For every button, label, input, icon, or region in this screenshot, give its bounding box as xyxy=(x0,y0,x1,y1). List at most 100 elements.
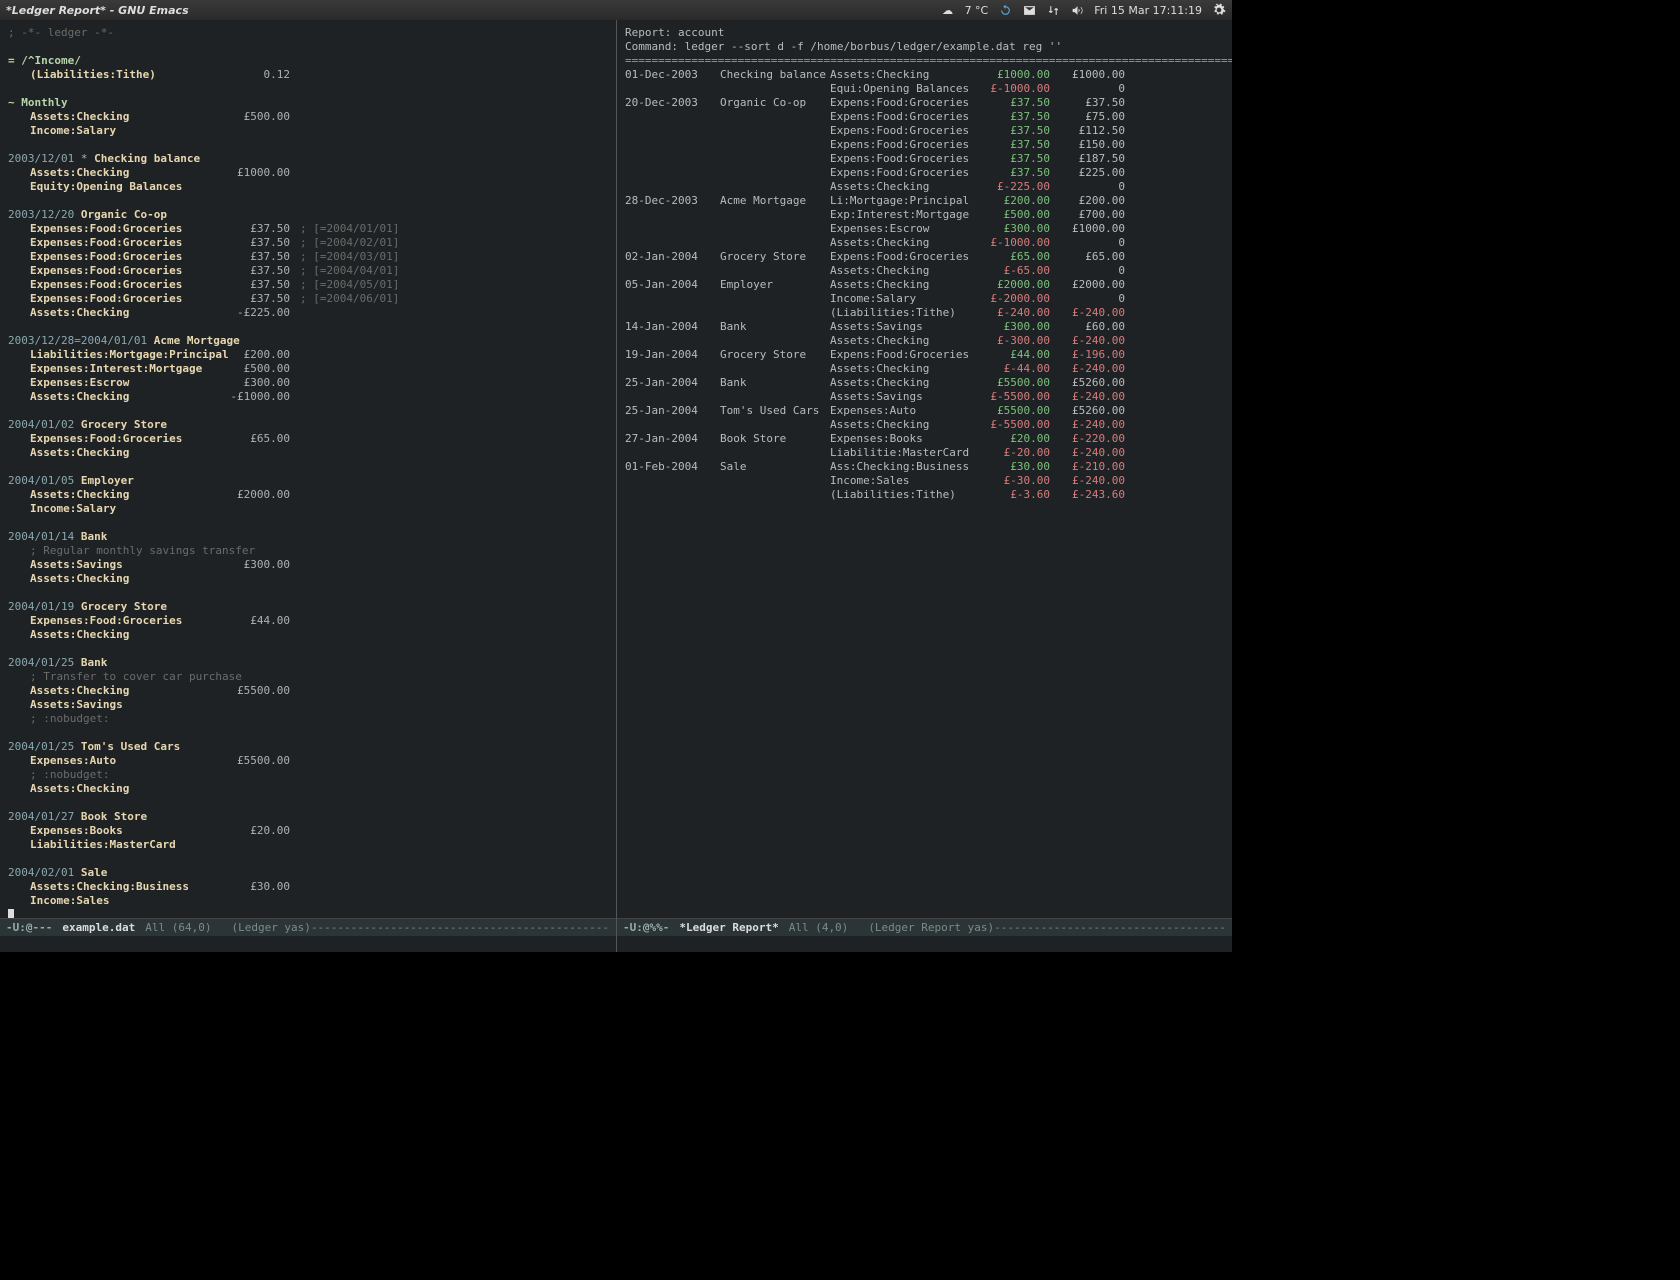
tx-header: 2004/01/19 Grocery Store xyxy=(8,600,608,614)
posting: Expenses:Escrow£300.00 xyxy=(8,376,608,390)
right-pane: Report: accountCommand: ledger --sort d … xyxy=(616,20,1232,952)
weather-temp: 7 °C xyxy=(965,4,989,17)
modeline-flags: -U:@%%- xyxy=(623,921,669,934)
report-row: Expens:Food:Groceries£37.50£112.50 xyxy=(625,124,1224,138)
posting: Expenses:Food:Groceries£37.50; [=2004/03… xyxy=(8,250,608,264)
report-row: 25-Jan-2004BankAssets:Checking£5500.00£5… xyxy=(625,376,1224,390)
report-row: 28-Dec-2003Acme MortgageLi:Mortgage:Prin… xyxy=(625,194,1224,208)
posting: Expenses:Food:Groceries£37.50; [=2004/06… xyxy=(8,292,608,306)
file-comment: ; -*- ledger -*- xyxy=(8,26,608,40)
posting: Expenses:Food:Groceries£37.50; [=2004/04… xyxy=(8,264,608,278)
posting: Income:Sales xyxy=(8,894,608,908)
report-row: 05-Jan-2004EmployerAssets:Checking£2000.… xyxy=(625,278,1224,292)
window-title: *Ledger Report* - GNU Emacs xyxy=(6,4,189,17)
tx-header: 2004/01/02 Grocery Store xyxy=(8,418,608,432)
report-row: Exp:Interest:Mortgage£500.00£700.00 xyxy=(625,208,1224,222)
periodic-tx: ~ Monthly xyxy=(8,96,68,109)
report-row: 25-Jan-2004Tom's Used CarsExpenses:Auto£… xyxy=(625,404,1224,418)
posting: Assets:Checking-£1000.00 xyxy=(8,390,608,404)
posting: Expenses:Food:Groceries£37.50; [=2004/01… xyxy=(8,222,608,236)
report-row: Expens:Food:Groceries£37.50£187.50 xyxy=(625,152,1224,166)
posting: Expenses:Food:Groceries£37.50; [=2004/05… xyxy=(8,278,608,292)
mail-icon[interactable] xyxy=(1022,3,1036,17)
report-row: Expens:Food:Groceries£37.50£150.00 xyxy=(625,138,1224,152)
tx-header: 2004/01/05 Employer xyxy=(8,474,608,488)
modeline-modes: (Ledger yas) xyxy=(231,921,310,934)
report-row: Assets:Checking£-65.000 xyxy=(625,264,1224,278)
tx-header: 2004/01/25 Tom's Used Cars xyxy=(8,740,608,754)
posting: Assets:Checking£2000.00 xyxy=(8,488,608,502)
posting: Expenses:Food:Groceries£37.50; [=2004/02… xyxy=(8,236,608,250)
posting: Assets:Checking:Business£30.00 xyxy=(8,880,608,894)
report-row: Expenses:Escrow£300.00£1000.00 xyxy=(625,222,1224,236)
posting: Assets:Checking xyxy=(8,446,608,460)
refresh-icon[interactable] xyxy=(998,3,1012,17)
modeline-flags: -U:@--- xyxy=(6,921,52,934)
modeline-pos: All (4,0) xyxy=(789,921,849,934)
report-command: Command: ledger --sort d -f /home/borbus… xyxy=(625,40,1224,54)
report-row: 01-Feb-2004SaleAss:Checking:Business£30.… xyxy=(625,460,1224,474)
ledger-source-buffer[interactable]: ; -*- ledger -*- = /^Income/(Liabilities… xyxy=(0,20,616,918)
report-row: Liabilitie:MasterCard£-20.00£-240.00 xyxy=(625,446,1224,460)
modeline-buffer: example.dat xyxy=(62,921,135,934)
posting: Expenses:Interest:Mortgage£500.00 xyxy=(8,362,608,376)
report-row: 01-Dec-2003Checking balanceAssets:Checki… xyxy=(625,68,1224,82)
report-row: 14-Jan-2004BankAssets:Savings£300.00£60.… xyxy=(625,320,1224,334)
posting: Expenses:Food:Groceries£44.00 xyxy=(8,614,608,628)
modeline-pos: All (64,0) xyxy=(145,921,211,934)
posting: Liabilities:Mortgage:Principal£200.00 xyxy=(8,348,608,362)
posting: Assets:Checking xyxy=(8,782,608,796)
weather-icon: ☁ xyxy=(941,3,955,17)
tx-header: 2003/12/28=2004/01/01 Acme Mortgage xyxy=(8,334,608,348)
report-row: Income:Sales£-30.00£-240.00 xyxy=(625,474,1224,488)
report-row: 02-Jan-2004Grocery StoreExpens:Food:Groc… xyxy=(625,250,1224,264)
report-row: Assets:Checking£-5500.00£-240.00 xyxy=(625,418,1224,432)
posting: Assets:Checking xyxy=(8,572,608,586)
posting: Equity:Opening Balances xyxy=(8,180,608,194)
posting: Income:Salary xyxy=(8,502,608,516)
posting: Assets:Checking£1000.00 xyxy=(8,166,608,180)
cursor xyxy=(8,909,14,918)
posting: Expenses:Books£20.00 xyxy=(8,824,608,838)
posting: Liabilities:MasterCard xyxy=(8,838,608,852)
tx-header: 2004/02/01 Sale xyxy=(8,866,608,880)
posting: Assets:Savings xyxy=(8,698,608,712)
report-row: Expens:Food:Groceries£37.50£75.00 xyxy=(625,110,1224,124)
report-row: 20-Dec-2003Organic Co-opExpens:Food:Groc… xyxy=(625,96,1224,110)
posting: Expenses:Food:Groceries£65.00 xyxy=(8,432,608,446)
posting: Assets:Checking xyxy=(8,628,608,642)
report-row: 27-Jan-2004Book StoreExpenses:Books£20.0… xyxy=(625,432,1224,446)
posting: Assets:Checking£5500.00 xyxy=(8,684,608,698)
report-rule: ========================================… xyxy=(625,54,1224,68)
report-row: Assets:Savings£-5500.00£-240.00 xyxy=(625,390,1224,404)
right-modeline: -U:@%%- *Ledger Report* All (4,0) (Ledge… xyxy=(617,918,1232,936)
ledger-report-buffer[interactable]: Report: accountCommand: ledger --sort d … xyxy=(617,20,1232,918)
report-row: 19-Jan-2004Grocery StoreExpens:Food:Groc… xyxy=(625,348,1224,362)
tx-header: 2004/01/25 Bank xyxy=(8,656,608,670)
report-row: Expens:Food:Groceries£37.50£225.00 xyxy=(625,166,1224,180)
volume-icon[interactable] xyxy=(1070,3,1084,17)
posting: Assets:Checking-£225.00 xyxy=(8,306,608,320)
minibuffer-right xyxy=(617,936,1232,952)
minibuffer[interactable] xyxy=(0,936,616,952)
report-row: (Liabilities:Tithe)£-3.60£-243.60 xyxy=(625,488,1224,502)
report-name: Report: account xyxy=(625,26,1224,40)
posting: Expenses:Auto£5500.00 xyxy=(8,754,608,768)
report-row: Income:Salary£-2000.000 xyxy=(625,292,1224,306)
automated-tx: = /^Income/ xyxy=(8,54,81,67)
tx-header: 2003/12/20 Organic Co-op xyxy=(8,208,608,222)
tx-header: 2003/12/01 * Checking balance xyxy=(8,152,608,166)
system-tray: ☁ 7 °C Fri 15 Mar 17:11:19 xyxy=(941,3,1226,17)
settings-icon[interactable] xyxy=(1212,3,1226,17)
report-row: Assets:Checking£-44.00£-240.00 xyxy=(625,362,1224,376)
modeline-buffer: *Ledger Report* xyxy=(679,921,778,934)
clock: Fri 15 Mar 17:11:19 xyxy=(1094,4,1202,17)
report-row: (Liabilities:Tithe)£-240.00£-240.00 xyxy=(625,306,1224,320)
tx-header: 2004/01/14 Bank xyxy=(8,530,608,544)
modeline-modes: (Ledger Report yas) xyxy=(868,921,994,934)
network-icon[interactable] xyxy=(1046,3,1060,17)
report-row: Assets:Checking£-300.00£-240.00 xyxy=(625,334,1224,348)
left-modeline: -U:@--- example.dat All (64,0) (Ledger y… xyxy=(0,918,616,936)
tx-header: 2004/01/27 Book Store xyxy=(8,810,608,824)
titlebar: *Ledger Report* - GNU Emacs ☁ 7 °C Fri 1… xyxy=(0,0,1232,20)
